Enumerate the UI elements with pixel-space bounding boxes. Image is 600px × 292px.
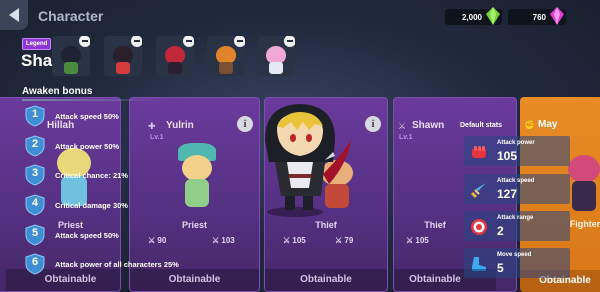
thief-class-icon: ⚔ bbox=[398, 121, 407, 131]
equipment-slot-5[interactable] bbox=[257, 36, 295, 76]
awaken-bonus-row: 6 Attack power of all characters 25% bbox=[24, 253, 224, 275]
sword-icon bbox=[471, 183, 486, 198]
card-stat-attack: ⚔ 105 bbox=[406, 236, 429, 245]
gold-counter[interactable]: 2,000 bbox=[445, 7, 502, 25]
bonus-level: 1 bbox=[31, 108, 39, 120]
card-name: Shawn bbox=[412, 120, 445, 131]
section-divider bbox=[22, 99, 164, 101]
stat-attack-power: Attack power 105 bbox=[464, 136, 570, 166]
card-name: May bbox=[538, 119, 558, 130]
remove-icon[interactable] bbox=[284, 36, 295, 47]
shield-icon: 1 bbox=[24, 105, 46, 127]
shield-icon: 6 bbox=[24, 253, 46, 275]
stat-attack-speed: Attack speed 127 bbox=[464, 174, 570, 204]
equipment-slot-1[interactable] bbox=[52, 36, 90, 76]
shield-icon: 2 bbox=[24, 135, 46, 157]
gem-counter[interactable]: 760 bbox=[508, 7, 566, 25]
sword-icon: ⚔ bbox=[335, 236, 345, 245]
rarity-badge: Legend bbox=[22, 38, 52, 50]
awaken-bonus-row: 5 Attack speed 50% bbox=[24, 224, 224, 246]
back-arrow-icon bbox=[9, 8, 19, 22]
default-stats-title: Default stats bbox=[460, 122, 503, 129]
awaken-bonus-row: 2 Attack power 50% bbox=[24, 135, 224, 157]
bonus-text: Attack speed 50% bbox=[55, 111, 119, 121]
shield-icon: 4 bbox=[24, 194, 46, 216]
awaken-bonus-row: 1 Attack speed 50% bbox=[24, 105, 224, 127]
stat-value: 127 bbox=[497, 187, 518, 201]
back-button[interactable] bbox=[0, 0, 28, 30]
stat-label: Attack speed bbox=[497, 178, 535, 184]
bonus-level: 3 bbox=[31, 167, 39, 179]
target-icon bbox=[471, 219, 487, 235]
fighter-class-icon: ✊ bbox=[524, 120, 536, 130]
stat-label: Attack range bbox=[497, 215, 534, 221]
bonus-level: 4 bbox=[31, 197, 39, 209]
stat-label: Move speed bbox=[497, 252, 532, 258]
awaken-bonus-row: 3 Critical chance: 21% bbox=[24, 164, 224, 186]
bonus-text: Attack power of all characters 25% bbox=[55, 259, 179, 269]
stat-label: Attack power bbox=[497, 140, 535, 146]
card-obtain-label: Obtainable bbox=[265, 269, 387, 291]
gem-amount: 760 bbox=[532, 12, 546, 22]
stat-attack-range: Attack range 2 bbox=[464, 211, 570, 241]
card-stat-speed: ⚔ 79 bbox=[335, 236, 354, 245]
bonus-text: Attack power 50% bbox=[55, 141, 120, 151]
equipment-slot-2[interactable] bbox=[104, 36, 142, 76]
awaken-bonus-title: Awaken bonus bbox=[22, 86, 93, 97]
sword-icon: ⚔ bbox=[406, 236, 416, 245]
remove-icon[interactable] bbox=[79, 36, 90, 47]
bonus-text: Critical chance: 21% bbox=[55, 170, 128, 180]
bonus-level: 5 bbox=[31, 227, 39, 239]
remove-icon[interactable] bbox=[234, 36, 245, 47]
card-stat-attack: ⚔ 105 bbox=[283, 236, 306, 245]
bonus-level: 2 bbox=[31, 138, 39, 150]
bonus-text: Critical damage 30% bbox=[55, 200, 128, 210]
bonus-level: 6 bbox=[31, 256, 39, 268]
card-level: Lv.1 bbox=[399, 134, 413, 141]
featured-character-sprite bbox=[265, 104, 351, 217]
info-icon[interactable]: i bbox=[365, 116, 381, 132]
fist-icon bbox=[472, 146, 486, 158]
info-icon[interactable]: i bbox=[237, 116, 253, 132]
shield-icon: 5 bbox=[24, 224, 46, 246]
boot-icon bbox=[472, 257, 486, 271]
page-title: Character bbox=[38, 8, 104, 24]
shield-icon: 3 bbox=[24, 164, 46, 186]
remove-icon[interactable] bbox=[183, 36, 194, 47]
stat-move-speed: Move speed 5 bbox=[464, 248, 570, 278]
equipment-slot-4[interactable] bbox=[207, 36, 245, 76]
sword-icon: ⚔ bbox=[283, 236, 293, 245]
remove-icon[interactable] bbox=[131, 36, 142, 47]
equipment-slot-3[interactable] bbox=[156, 36, 194, 76]
card-class: Thief bbox=[315, 220, 337, 230]
stat-value: 2 bbox=[497, 224, 504, 238]
gold-amount: 2,000 bbox=[461, 12, 482, 22]
bonus-text: Attack speed 50% bbox=[55, 230, 119, 240]
stat-value: 5 bbox=[497, 261, 504, 275]
awaken-bonus-row: 4 Critical damage 30% bbox=[24, 194, 224, 216]
stat-value: 105 bbox=[497, 149, 518, 163]
pink-gem-icon bbox=[550, 7, 564, 25]
green-gem-icon bbox=[486, 7, 500, 25]
